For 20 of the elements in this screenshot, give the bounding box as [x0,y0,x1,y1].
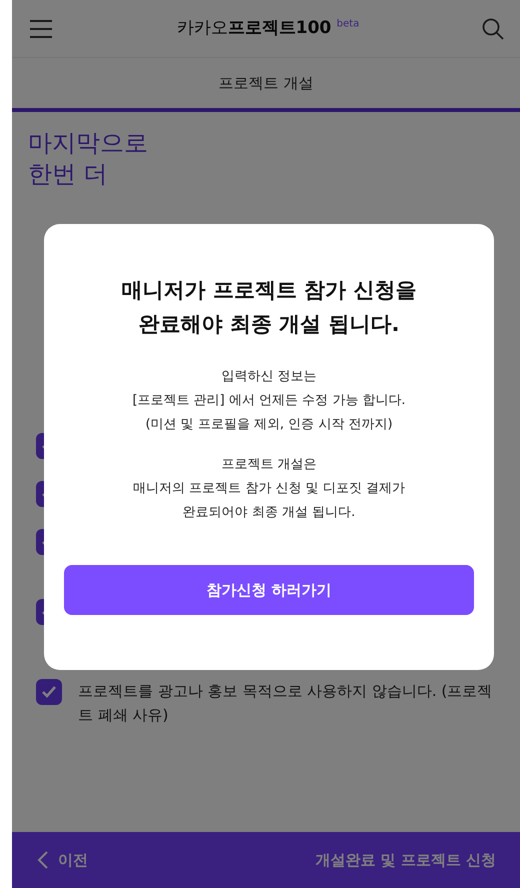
checkbox[interactable] [36,679,62,706]
dialog-text: 입력하신 정보는 [221,368,317,386]
back-link[interactable]: 이전 [36,848,88,872]
heading-line: 한번 더 [28,159,108,190]
dialog-text: 프로젝트 개설은 [221,456,317,474]
next-link[interactable]: 개설완료 및 프로젝트 신청 [315,848,496,872]
dialog-text: [프로젝트 관리] 에서 언제든 수정 가능 합니다. [132,392,406,410]
brand-logo[interactable]: 카카오프로젝트100 $^{beta}$ [176,16,360,42]
apply-button[interactable]: 참가신청 하러가기 [64,565,474,616]
search-icon[interactable] [482,18,504,40]
agreement-text: 프로젝트를 광고나 홍보 목적으로 사용하지 않습니다. (프로젝트 폐쇄 사유) [78,681,494,726]
dialog-title: 매니저가 프로젝트 참가 신청을 [122,277,416,304]
dialog-text: 매니저의 프로젝트 참가 신청 및 디포짓 결제가 [133,480,405,498]
check-icon [41,685,57,700]
page-title: 프로젝트 개설 [218,72,314,94]
chevron-left-icon [36,850,50,870]
dialog-title: 완료해야 최종 개설 됩니다. [138,310,400,338]
dialog-text: 완료되어야 최종 개설 됩니다. [182,504,356,522]
dialog-text: (미션 및 프로필을 제외, 인증 시작 전까지) [145,416,393,434]
heading-line: 마지막으로 [28,128,148,159]
